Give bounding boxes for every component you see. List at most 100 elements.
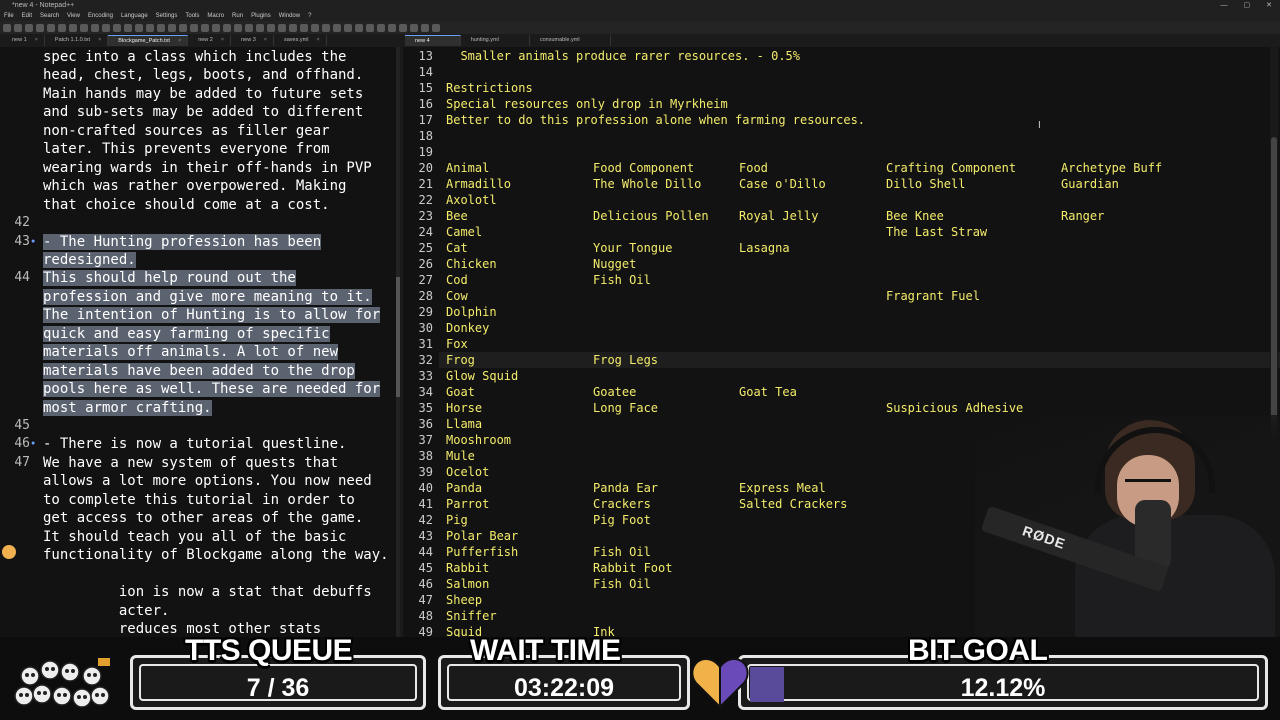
menu-item-12[interactable]: ? xyxy=(308,11,311,21)
editor-line: which was rather overpowered. Making xyxy=(43,177,346,195)
menu-item-2[interactable]: Search xyxy=(40,11,59,21)
editor-line: to complete this tutorial in order to xyxy=(43,491,355,509)
toolbar-button-icon[interactable] xyxy=(245,23,253,32)
toolbar-button-icon[interactable] xyxy=(102,23,110,32)
menu-item-8[interactable]: Macro xyxy=(207,11,224,21)
toolbar-button-icon[interactable] xyxy=(80,23,88,32)
toolbar-button-icon[interactable] xyxy=(278,23,286,32)
tab-close-icon[interactable]: × xyxy=(98,37,101,43)
menu-item-1[interactable]: Edit xyxy=(22,11,32,21)
maximize-button[interactable]: ▢ xyxy=(1244,0,1251,11)
toolbar-button-icon[interactable] xyxy=(36,23,44,32)
editor-line: ion is now a stat that debuffs xyxy=(43,583,372,601)
line-number: 40 xyxy=(418,481,433,495)
left-editor[interactable]: spec into a class which includes the head… xyxy=(0,47,398,637)
toolbar-button-icon[interactable] xyxy=(234,23,242,32)
toolbar-button-icon[interactable] xyxy=(300,23,308,32)
toolbar-button-icon[interactable] xyxy=(91,23,99,32)
right-tab[interactable]: consumable.yml xyxy=(530,35,611,46)
left-tab[interactable]: Patch 1.1.0.txt × xyxy=(45,35,109,46)
left-scrollbar[interactable] xyxy=(396,47,400,637)
toolbar-button-icon[interactable] xyxy=(190,23,198,32)
tab-close-icon[interactable]: × xyxy=(221,37,224,43)
toolbar-button-icon[interactable] xyxy=(69,23,77,32)
tab-close-icon[interactable]: × xyxy=(178,38,181,44)
toolbar-button-icon[interactable] xyxy=(355,23,363,32)
tab-close-icon[interactable]: × xyxy=(316,37,319,43)
toolbar-button-icon[interactable] xyxy=(201,23,209,32)
left-tab[interactable]: saves.yml × xyxy=(274,35,327,46)
toolbar-button-icon[interactable] xyxy=(399,23,407,32)
toolbar-button-icon[interactable] xyxy=(58,23,66,32)
toolbar-button-icon[interactable] xyxy=(47,23,55,32)
toolbar-button-icon[interactable] xyxy=(410,23,418,32)
toolbar-button-icon[interactable] xyxy=(135,23,143,32)
left-tab[interactable]: new 2 × xyxy=(188,35,232,46)
toolbar-button-icon[interactable] xyxy=(289,23,297,32)
toolbar-button-icon[interactable] xyxy=(421,23,429,32)
toolbar-button-icon[interactable] xyxy=(146,23,154,32)
table-cell: Axolotl xyxy=(446,193,497,207)
toolbar-button-icon[interactable] xyxy=(432,23,440,32)
toolbar-button-icon[interactable] xyxy=(179,23,187,32)
menu-item-5[interactable]: Language xyxy=(121,11,148,21)
line-text: wearing wards in their off-hands in PVP xyxy=(43,159,372,176)
left-tab[interactable]: new 3 × xyxy=(231,35,274,46)
table-cell: The Whole Dillo xyxy=(593,177,702,191)
line-number: 38 xyxy=(418,449,433,463)
toolbar-button-icon[interactable] xyxy=(124,23,132,32)
left-tab[interactable]: new 1 × xyxy=(2,35,45,46)
fold-marker-icon[interactable]: ● xyxy=(31,440,35,447)
tab-label: Blockgame_Patch.txt xyxy=(118,38,170,44)
toolbar-button-icon[interactable] xyxy=(388,23,396,32)
editor-line: materials have been added to the drop xyxy=(43,362,355,380)
toolbar-button-icon[interactable] xyxy=(168,23,176,32)
toolbar-button-icon[interactable] xyxy=(14,23,22,32)
bit-goal-value: 12.12% xyxy=(960,674,1046,702)
table-cell: Delicious Pollen xyxy=(593,209,709,223)
tab-label: new 4 xyxy=(415,38,430,44)
toolbar-button-icon[interactable] xyxy=(333,23,341,32)
menu-item-7[interactable]: Tools xyxy=(185,11,199,21)
minimize-button[interactable]: — xyxy=(1221,0,1228,11)
close-button[interactable]: ✕ xyxy=(1266,0,1272,11)
menu-item-3[interactable]: View xyxy=(67,11,80,21)
toolbar-button-icon[interactable] xyxy=(267,23,275,32)
menu-item-11[interactable]: Window xyxy=(279,11,300,21)
line-number: 43 xyxy=(418,529,433,543)
toolbar-button-icon[interactable] xyxy=(157,23,165,32)
table-cell: Bee Knee xyxy=(886,209,944,223)
toolbar-button-icon[interactable] xyxy=(3,23,11,32)
left-tab[interactable]: Blockgame_Patch.txt × xyxy=(108,35,189,46)
toolbar-button-icon[interactable] xyxy=(366,23,374,32)
table-cell: Cod xyxy=(446,273,468,287)
menu-item-6[interactable]: Settings xyxy=(156,11,178,21)
tab-close-icon[interactable]: × xyxy=(35,37,38,43)
toolbar-button-icon[interactable] xyxy=(322,23,330,32)
toolbar-button-icon[interactable] xyxy=(113,23,121,32)
heart-icon xyxy=(691,657,749,710)
right-tab[interactable]: new 4 xyxy=(405,35,461,46)
toolbar-button-icon[interactable] xyxy=(377,23,385,32)
toolbar-button-icon[interactable] xyxy=(311,23,319,32)
wait-time-value: 03:22:09 xyxy=(513,674,615,702)
right-tab[interactable]: hunting.yml xyxy=(461,35,530,46)
menu-item-0[interactable]: File xyxy=(4,11,14,21)
table-cell: Salmon xyxy=(446,577,490,591)
menu-item-9[interactable]: Run xyxy=(232,11,243,21)
fold-marker-icon[interactable]: ● xyxy=(31,238,35,245)
table-cell: Fragrant Fuel xyxy=(886,289,980,303)
toolbar-button-icon[interactable] xyxy=(344,23,352,32)
menu-item-10[interactable]: Plugins xyxy=(251,11,271,21)
line-number: 24 xyxy=(418,225,433,239)
table-cell: Horse xyxy=(446,401,483,415)
line-text: This should help round out the xyxy=(43,270,296,287)
toolbar-button-icon[interactable] xyxy=(256,23,264,32)
tab-close-icon[interactable]: × xyxy=(264,37,267,43)
left-scrollbar-thumb[interactable] xyxy=(396,277,400,397)
toolbar-button-icon[interactable] xyxy=(212,23,220,32)
toolbar-button-icon[interactable] xyxy=(25,23,33,32)
table-cell: Dillo Shell xyxy=(886,177,966,191)
toolbar-button-icon[interactable] xyxy=(223,23,231,32)
menu-item-4[interactable]: Encoding xyxy=(88,11,113,21)
